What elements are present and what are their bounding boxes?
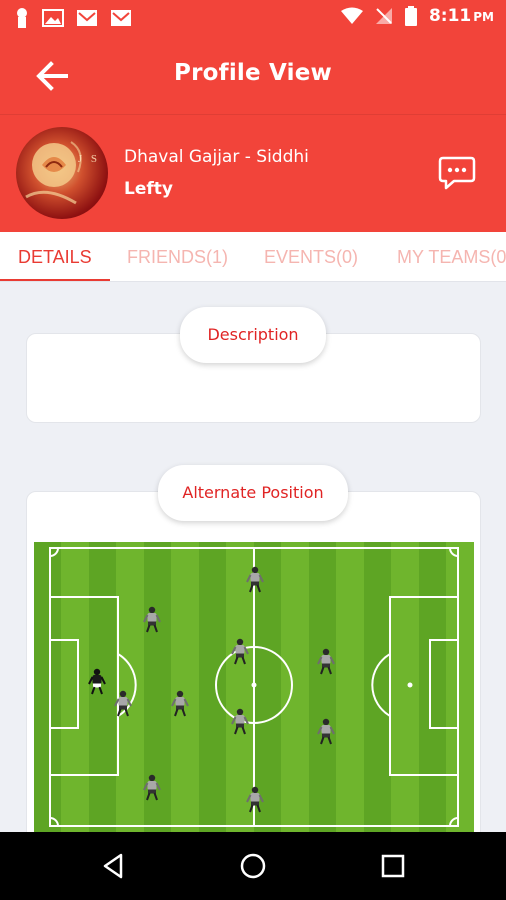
status-bar: 8:11 PM [0,0,506,36]
image-notification-icon [42,9,64,27]
app-bar: Profile View [0,36,506,114]
mail-notification-icon [77,10,97,26]
description-label: Description [180,307,326,363]
wifi-icon [340,7,363,24]
centre-spot [251,682,257,688]
avatar-text: J S [77,153,100,165]
avatar[interactable]: J S [16,127,108,219]
no-signal-icon [375,8,392,24]
tab-bar: DETAILS FRIENDS(1) EVENTS(0) MY TEAMS(0) [0,232,506,282]
chat-icon[interactable] [438,155,476,191]
alternate-position-label: Alternate Position [158,465,348,521]
nav-home-icon[interactable] [238,851,268,881]
system-nav-bar [0,832,506,900]
tab-events[interactable]: EVENTS(0) [264,232,358,281]
penalty-spot [407,682,413,688]
mail-notification-icon-2 [111,10,131,26]
tab-details[interactable]: DETAILS [18,232,92,281]
profile-name: Dhaval Gajjar - Siddhi [124,147,309,167]
notification-icon [17,8,27,28]
status-time: 8:11 PM [428,6,494,26]
tab-friends[interactable]: FRIENDS(1) [127,232,228,281]
nav-back-icon[interactable] [99,851,129,881]
profile-header: J S Dhaval Gajjar - Siddhi Lefty [0,114,506,232]
avatar-rose-image [25,141,82,205]
tab-my-teams[interactable]: MY TEAMS(0) [397,232,506,281]
football-pitch [34,542,474,832]
preferred-foot: Lefty [124,179,173,199]
active-tab-indicator [0,279,110,281]
page-title: Profile View [174,60,332,86]
battery-icon [404,6,417,26]
nav-recents-icon[interactable] [378,851,408,881]
